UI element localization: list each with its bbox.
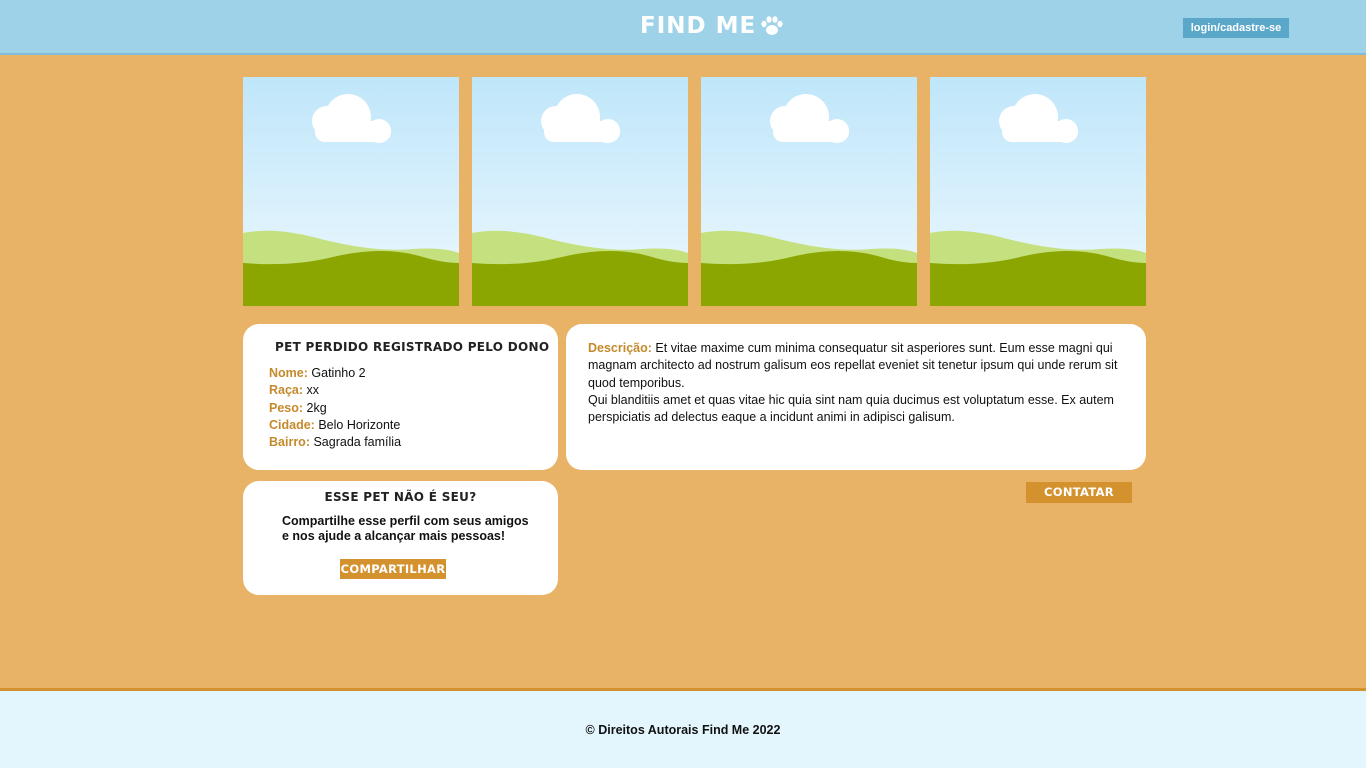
- pet-info-card: PET PERDIDO REGISTRADO PELO DONO Nome: G…: [243, 324, 558, 470]
- pet-neighborhood-value: Sagrada família: [313, 435, 402, 450]
- description-card: Descrição: Et vitae maxime cum minima co…: [566, 324, 1146, 470]
- contact-button[interactable]: CONTATAR: [1026, 482, 1132, 503]
- image-placeholder-icon: [472, 77, 688, 306]
- pet-weight-label: Peso:: [269, 400, 304, 415]
- pet-photo-4[interactable]: [930, 77, 1146, 306]
- pet-info-title: PET PERDIDO REGISTRADO PELO DONO: [275, 340, 550, 354]
- pet-city-value: Belo Horizonte: [318, 417, 401, 432]
- footer-copyright-text: Direitos Autorais Find Me 2022: [598, 723, 781, 737]
- pet-breed-value: xx: [306, 383, 320, 398]
- logo-text: FIND ME: [640, 13, 757, 39]
- pet-neighborhood-label: Bairro:: [269, 435, 310, 450]
- pet-weight-row: Peso: 2kg: [269, 400, 401, 417]
- share-button[interactable]: COMPARTILHAR: [340, 559, 446, 579]
- description-paragraph-2: Qui blanditiis amet et quas vitae hic qu…: [588, 392, 1114, 425]
- share-message-line-2: e nos ajude a alcançar mais pessoas!: [282, 528, 506, 543]
- pet-neighborhood-row: Bairro: Sagrada família: [269, 434, 401, 451]
- copyright-icon: ©: [585, 723, 595, 737]
- share-message-line-1: Compartilhe esse perfil com seus amigos: [282, 514, 529, 528]
- paw-icon: [761, 16, 783, 35]
- pet-info-list: Nome: Gatinho 2 Raça: xx Peso: 2kg Cidad…: [269, 365, 401, 451]
- pet-city-row: Cidade: Belo Horizonte: [269, 417, 401, 434]
- header-bar: FIND ME login/cadastre-se: [0, 0, 1366, 55]
- description-text: Descrição: Et vitae maxime cum minima co…: [588, 340, 1128, 426]
- footer: © Direitos Autorais Find Me 2022: [0, 688, 1366, 768]
- pet-city-label: Cidade:: [269, 417, 315, 432]
- pet-photo-2[interactable]: [472, 77, 688, 306]
- image-placeholder-icon: [930, 77, 1146, 306]
- footer-copyright: © Direitos Autorais Find Me 2022: [0, 723, 1366, 737]
- login-register-button[interactable]: login/cadastre-se: [1183, 18, 1289, 38]
- pet-breed-row: Raça: xx: [269, 382, 401, 399]
- pet-name-row: Nome: Gatinho 2: [269, 365, 401, 382]
- pet-photo-3[interactable]: [701, 77, 917, 306]
- pet-photo-1[interactable]: [243, 77, 459, 306]
- pet-name-value: Gatinho 2: [311, 366, 366, 380]
- description-paragraph-1-text: Et vitae maxime cum minima consequatur s…: [588, 341, 1118, 390]
- image-placeholder-icon: [243, 77, 459, 306]
- pet-weight-value: 2kg: [306, 400, 327, 415]
- share-title: ESSE PET NÃO É SEU?: [324, 490, 477, 504]
- logo[interactable]: FIND ME: [640, 12, 784, 40]
- description-label: Descrição:: [588, 341, 652, 355]
- share-message: Compartilhe esse perfil com seus amigos …: [282, 514, 532, 543]
- pet-breed-label: Raça:: [269, 383, 304, 398]
- description-paragraph-1: Descrição: Et vitae maxime cum minima co…: [588, 340, 1128, 392]
- image-placeholder-icon: [701, 77, 917, 306]
- pet-name-label: Nome:: [269, 366, 308, 380]
- share-card: ESSE PET NÃO É SEU? Compartilhe esse per…: [243, 481, 558, 595]
